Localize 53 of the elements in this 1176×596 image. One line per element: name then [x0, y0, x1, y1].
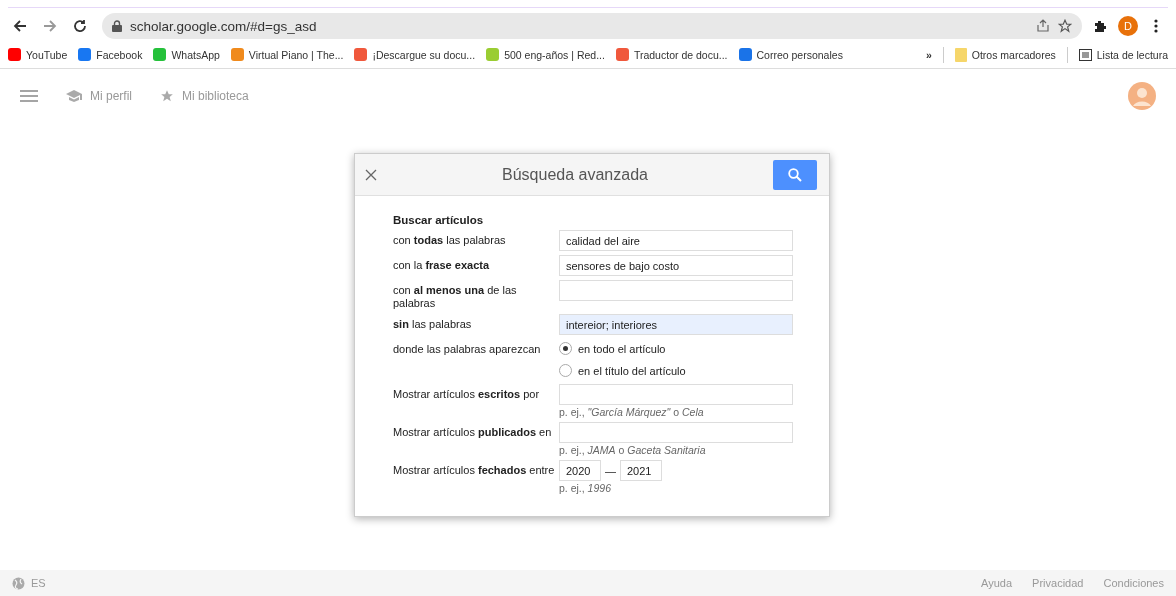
address-bar[interactable]: scholar.google.com/#d=gs_asd — [102, 13, 1082, 39]
bookmark[interactable]: Traductor de docu... — [615, 48, 728, 61]
hint-text: p. ej., JAMA o Gaceta Sanitaria — [559, 444, 707, 457]
field-label: con al menos una de las palabras — [393, 284, 517, 310]
bookmark[interactable]: 500 eng-años | Red... — [486, 48, 605, 61]
folder-icon — [954, 47, 967, 62]
hint-text: p. ej., 1996 — [559, 482, 612, 495]
radio-option[interactable]: en el título del artículo — [559, 361, 793, 381]
arrow-right-icon — [42, 18, 58, 34]
bookmark[interactable]: YouTube — [8, 48, 68, 61]
more-bookmarks-button[interactable]: » — [925, 48, 932, 61]
text-field[interactable] — [559, 384, 793, 406]
bookmark[interactable]: Virtual Piano | The... — [230, 48, 344, 61]
star-icon[interactable] — [1058, 19, 1072, 33]
field-label: con todas las palabras — [393, 234, 506, 246]
section-heading: Buscar artículos — [393, 214, 485, 226]
field-label: Mostrar artículos fechados entre — [393, 464, 555, 477]
arrow-left-icon — [12, 18, 28, 34]
bookmark[interactable]: WhatsApp — [153, 48, 220, 61]
bookmark-folder[interactable]: Otros marcadores — [954, 47, 1056, 62]
share-icon[interactable] — [1036, 19, 1050, 33]
text-field[interactable]: calidad del aire — [559, 230, 793, 251]
search-icon — [788, 167, 802, 182]
field-label: sin las palabras — [393, 318, 472, 331]
field-label: Mostrar artículos escritos por — [393, 388, 540, 401]
text-field[interactable] — [559, 422, 793, 444]
graduation-cap-icon — [66, 89, 82, 103]
year-field[interactable]: 2020 — [559, 460, 601, 482]
dialog-title: Búsqueda avanzada — [501, 165, 649, 184]
text-field[interactable] — [559, 280, 793, 301]
bookmark[interactable]: Correo personales — [738, 48, 843, 61]
field-label: Mostrar artículos publicados en — [393, 426, 552, 439]
reading-list-button[interactable]: Lista de lectura — [1078, 48, 1168, 61]
star-icon — [160, 89, 174, 103]
reload-icon — [72, 18, 88, 34]
bookmark[interactable]: ¡Descargue su docu... — [354, 48, 476, 61]
text-field[interactable]: sensores de bajo costo — [559, 255, 793, 276]
menu-icon[interactable] — [20, 90, 38, 102]
field-label: con la frase exacta — [393, 259, 490, 271]
lock-icon — [112, 20, 122, 32]
year-field[interactable]: 2021 — [620, 460, 662, 482]
radio-option[interactable]: en todo el artículo — [559, 339, 793, 359]
globe-icon — [12, 576, 25, 590]
dash-separator: — — [605, 464, 616, 477]
text-field[interactable]: intereior; interiores — [559, 314, 793, 336]
list-icon — [1078, 48, 1092, 61]
more-dots-icon — [1154, 19, 1158, 33]
bookmark[interactable]: Facebook — [78, 48, 143, 61]
search-button[interactable] — [773, 159, 817, 190]
field-label: donde las palabras aparezcan — [393, 343, 541, 356]
close-icon[interactable] — [365, 168, 377, 181]
hint-text: p. ej., "García Márquez" o Cela — [559, 406, 705, 419]
puzzle-icon — [1093, 19, 1107, 33]
